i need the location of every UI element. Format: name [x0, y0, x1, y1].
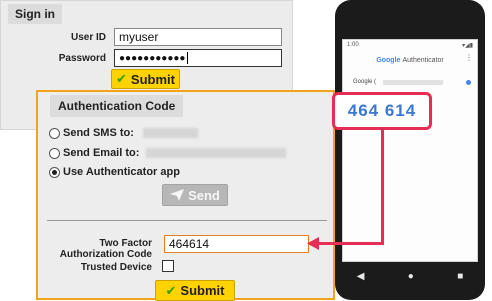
redacted-email	[146, 148, 287, 158]
radio-sms[interactable]	[49, 127, 60, 139]
authenticator-code: 464 614	[347, 101, 417, 120]
send-button[interactable]: Send	[162, 184, 228, 206]
status-icons: ▾◢▮	[462, 43, 473, 49]
phone-screen: 1:00 ▾◢▮ Google Authenticator ⋮ Google (	[342, 39, 478, 262]
auth-code-input[interactable]: 464614	[164, 235, 309, 253]
password-input[interactable]: ●●●●●●●●●●●	[114, 49, 282, 67]
auth-code-value: 464614	[169, 237, 210, 251]
home-icon[interactable]: ●	[408, 271, 414, 282]
user-id-label: User ID	[70, 31, 106, 43]
trusted-device-label: Trusted Device	[80, 262, 152, 273]
password-row: Password ●●●●●●●●●●●	[21, 49, 282, 67]
arrow-vertical	[381, 129, 384, 244]
auth-submit-button[interactable]: ✔ Submit	[155, 280, 235, 301]
paper-plane-icon	[170, 189, 185, 201]
recents-icon[interactable]: ■	[457, 271, 463, 282]
divider	[47, 220, 327, 221]
option-email[interactable]: Send Email to:	[49, 147, 287, 159]
user-id-row: User ID myuser	[21, 28, 282, 46]
redacted-phone	[142, 128, 198, 138]
signin-submit-button[interactable]: ✔ Submit	[111, 69, 180, 89]
option-sms-label: Send SMS to:	[63, 127, 134, 139]
more-menu-icon[interactable]: ⋮	[465, 53, 473, 62]
google-brand: Google	[376, 56, 401, 64]
radio-email[interactable]	[49, 147, 60, 159]
user-id-value: myuser	[119, 30, 159, 44]
check-icon: ✔	[116, 71, 127, 86]
option-sms[interactable]: Send SMS to:	[49, 127, 198, 139]
password-label: Password	[58, 52, 106, 64]
text-caret	[187, 52, 189, 64]
check-icon: ✔	[165, 282, 177, 298]
user-id-input[interactable]: myuser	[114, 28, 282, 46]
signin-submit-label: Submit	[130, 71, 175, 87]
auth-submit-label: Submit	[180, 283, 225, 298]
redacted-account	[383, 80, 443, 85]
password-mask: ●●●●●●●●●●●	[119, 52, 186, 64]
app-title: Authenticator	[402, 56, 444, 64]
option-authenticator-label: Use Authenticator app	[63, 166, 180, 178]
phone-nav-bar: ◀ ● ■	[335, 266, 485, 286]
radio-authenticator[interactable]	[49, 166, 60, 178]
timer-icon	[466, 80, 471, 85]
auth-title: Authentication Code	[50, 95, 184, 117]
send-label: Send	[188, 187, 220, 203]
highlighted-code: 464 614	[332, 92, 432, 130]
arrow-head-icon	[307, 237, 319, 250]
app-bar: Google Authenticator	[343, 51, 477, 69]
option-authenticator[interactable]: Use Authenticator app	[49, 166, 180, 178]
trusted-device-checkbox[interactable]	[162, 260, 174, 272]
two-factor-label: Two Factor Authorization Code	[59, 238, 152, 260]
auth-panel: Authentication Code Send SMS to: Send Em…	[36, 90, 335, 301]
signin-title: Sign in	[8, 4, 62, 24]
account-label: Google (	[353, 79, 377, 85]
arrow-horizontal	[318, 242, 384, 245]
back-icon[interactable]: ◀	[357, 271, 365, 282]
option-email-label: Send Email to:	[63, 147, 140, 159]
status-time: 1:00	[347, 42, 359, 48]
